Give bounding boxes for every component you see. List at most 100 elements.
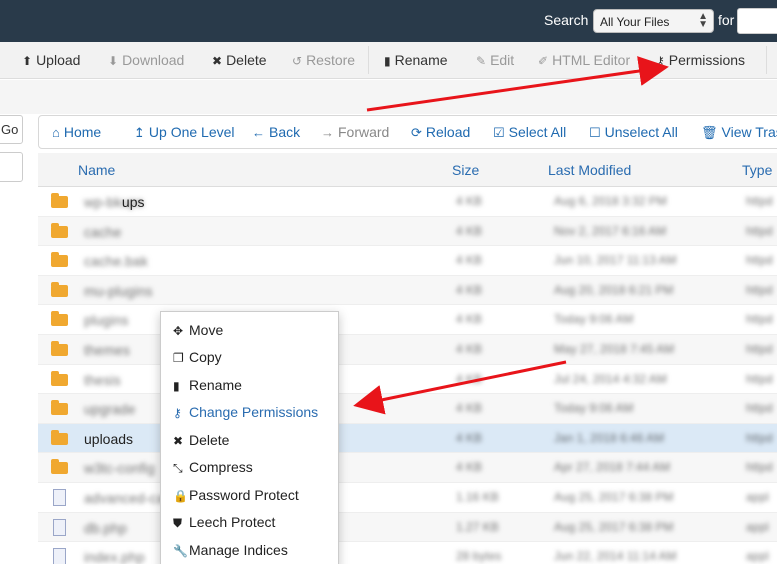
table-row[interactable]: index.php 28 bytes Jun 22, 2014 11:14 AM ap… — [38, 542, 777, 564]
file-toolbar: ⬆ Upload ⬇ Download ✖ Delete ↺ Restore ▮ Rena… — [0, 42, 777, 79]
table-row[interactable]: cache.bak 4 KB Jun 10, 2017 11:13 AM httpd — [38, 246, 777, 276]
file-type: httpd — [746, 282, 773, 297]
checkbox-checked-icon: ☑ — [493, 125, 505, 140]
copy-icon: ❐ — [173, 351, 184, 365]
trash-icon: 🗑 — [701, 125, 718, 140]
table-row[interactable]: cache 4 KB Nov 2, 2017 6:16 AM httpd — [38, 216, 777, 247]
html-editor-button[interactable]: ✐ HTML Editor — [538, 52, 630, 68]
shield-icon: ⛊ — [173, 516, 183, 530]
select-arrows-icon: ▲ ▼ — [698, 11, 708, 30]
forward-button[interactable]: → Forward — [321, 124, 389, 140]
file-size: 4 KB — [456, 253, 483, 268]
upload-icon: ⬆ — [22, 54, 33, 68]
file-type: appl — [746, 549, 769, 564]
table-row[interactable]: uploads 4 KB Jan 1, 2018 6:46 AM httpd — [38, 423, 777, 454]
table-row[interactable]: w3tc-config 4 KB Apr 27, 2018 7:44 AM httpd — [38, 453, 777, 483]
edit-square-icon: ✐ — [538, 54, 549, 68]
edit-button[interactable]: ✎ Edit — [476, 52, 514, 68]
table-row[interactable]: thesis 4 KB Jul 24, 2014 4:32 AM httpd — [38, 365, 777, 395]
level-up-icon: ↥ — [134, 125, 145, 140]
table-row[interactable]: advanced-cache.php 1.16 KB Aug 25, 2017 6:… — [38, 483, 777, 513]
reload-button[interactable]: ⟳ Reload — [411, 124, 470, 141]
select-all-button[interactable]: ☑ Select All — [493, 124, 566, 141]
permissions-button[interactable]: ⚷ Permissions — [656, 52, 745, 68]
up-one-level-button[interactable]: ↥ Up One Level — [134, 124, 235, 141]
folder-icon — [51, 340, 68, 356]
menu-item-rename[interactable]: ▮ Rename — [173, 377, 242, 393]
home-button[interactable]: ⌂ Home — [52, 124, 101, 140]
restore-button[interactable]: ↺ Restore — [292, 52, 355, 68]
download-icon: ⬇ — [108, 54, 119, 68]
column-header-last-modified[interactable]: Last Modified — [548, 162, 631, 178]
download-button[interactable]: ⬇ Download — [108, 52, 184, 68]
toolbar-divider — [766, 46, 767, 74]
file-last-modified: Jan 1, 2018 6:46 AM — [554, 430, 665, 445]
file-type: httpd — [746, 194, 773, 208]
column-header-size[interactable]: Size — [452, 162, 479, 178]
search-scope-select[interactable]: All Your Files ▲ ▼ — [593, 9, 714, 33]
table-row[interactable]: mu-plugins 4 KB Aug 20, 2018 6:21 PM httpd — [38, 275, 777, 306]
home-icon: ⌂ — [52, 125, 60, 140]
file-name: wp-bkupsups — [84, 194, 145, 210]
file-icon — [53, 488, 66, 506]
file-last-modified: Aug 20, 2018 6:21 PM — [554, 282, 674, 297]
checkbox-empty-icon: ☐ — [589, 125, 601, 140]
file-last-modified: Today 9:06 AM — [554, 312, 634, 327]
file-manager-window: Search All Your Files ▲ ▼ for ⬆ Upload ⬇ Do… — [0, 0, 777, 564]
delete-button[interactable]: ✖ Delete — [212, 52, 267, 68]
menu-item-compress[interactable]: ⤡ Compress — [173, 459, 253, 476]
file-last-modified: Jun 22, 2014 11:14 AM — [554, 549, 677, 564]
table-row[interactable]: upgrade 4 KB Today 9:06 AM httpd — [38, 394, 777, 424]
column-header-type[interactable]: Type — [742, 162, 772, 178]
file-last-modified: Nov 2, 2017 6:16 AM — [554, 223, 667, 238]
file-last-modified: Aug 25, 2017 6:38 PM — [554, 489, 674, 504]
file-name-redacted: mu-plugins — [84, 282, 153, 299]
menu-item-copy[interactable]: ❐ Copy — [173, 349, 222, 365]
file-last-modified: Apr 27, 2018 7:44 AM — [554, 460, 671, 475]
table-row[interactable]: db.php 1.27 KB Aug 25, 2017 6:38 PM appl — [38, 512, 777, 543]
file-last-modified: Today 9:06 AM — [554, 401, 634, 416]
toolbar-gap — [0, 80, 777, 114]
file-type: httpd — [746, 312, 773, 327]
file-type: httpd — [746, 253, 773, 268]
move-icon: ✥ — [173, 324, 184, 338]
file-name: themes — [84, 342, 130, 358]
search-input[interactable] — [737, 8, 777, 34]
restore-icon: ↺ — [292, 54, 303, 68]
menu-item-change-permissions[interactable]: ⚷ Change Permissions — [173, 404, 318, 420]
column-header-name[interactable]: Name — [78, 162, 115, 178]
file-size: 4 KB — [456, 282, 483, 297]
view-trash-button[interactable]: 🗑View Trash — [701, 124, 777, 141]
lock-icon: 🔒 — [173, 489, 188, 503]
back-button[interactable]: ← Back — [252, 124, 300, 140]
menu-item-leech-protect[interactable]: ⛊ Leech Protect — [173, 514, 275, 531]
folder-icon — [51, 459, 68, 475]
table-header: Name Size Last Modified Type — [38, 153, 777, 187]
upload-button[interactable]: ⬆ Upload — [22, 52, 80, 68]
menu-item-password-protect[interactable]: 🔒Password Protect — [173, 487, 299, 503]
key-icon: ⚷ — [173, 406, 182, 420]
refresh-icon: ⟳ — [411, 125, 422, 140]
unselect-all-button[interactable]: ☐ Unselect All — [589, 124, 678, 141]
menu-item-move[interactable]: ✥ Move — [173, 322, 223, 338]
menu-item-delete[interactable]: ✖ Delete — [173, 432, 229, 448]
table-row[interactable]: plugins 4 KB Today 9:06 AM httpd — [38, 305, 777, 335]
file-size: 4 KB — [456, 194, 483, 208]
file-last-modified: Jul 24, 2014 4:32 AM — [554, 371, 667, 386]
close-icon: ✖ — [173, 434, 184, 448]
toolbar-divider — [368, 46, 369, 74]
file-icon: ▮ — [173, 379, 180, 393]
path-input[interactable] — [0, 152, 23, 182]
file-size: 4 KB — [456, 341, 483, 356]
go-button[interactable]: Go — [0, 115, 23, 144]
file-name: plugins — [84, 312, 128, 328]
file-type: httpd — [746, 430, 773, 445]
menu-item-manage-indices[interactable]: 🔧Manage Indices — [173, 542, 288, 558]
table-row[interactable]: themes 4 KB May 27, 2018 7:45 AM httpd — [38, 334, 777, 365]
folder-icon — [51, 281, 68, 297]
key-icon: ⚷ — [656, 54, 665, 68]
file-type: httpd — [746, 460, 773, 475]
rename-button[interactable]: ▮ Rename — [384, 52, 448, 68]
table-row[interactable]: wp-bkupsups 4 KB Aug 6, 2018 3:32 PM httpd — [38, 187, 777, 217]
folder-icon — [51, 311, 68, 327]
